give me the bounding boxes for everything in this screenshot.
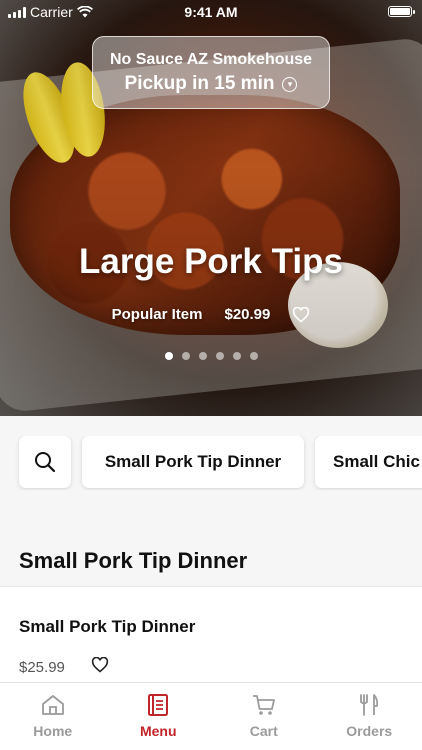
tab-menu[interactable]: Menu: [106, 683, 212, 750]
search-icon: [35, 452, 56, 473]
status-time: 9:41 AM: [184, 4, 238, 20]
tab-cart[interactable]: Cart: [211, 683, 317, 750]
tab-bar: Home Menu Cart Orders: [0, 682, 422, 750]
tab-orders[interactable]: Orders: [317, 683, 422, 750]
hero-banner[interactable]: Carrier 9:41 AM No Sauce AZ Smokehouse P…: [0, 0, 422, 416]
category-bar[interactable]: Small Pork Tip Dinner Small Chic: [0, 436, 422, 490]
menu-item[interactable]: Small Pork Tip Dinner $25.99: [0, 586, 422, 682]
battery-icon: [388, 6, 415, 17]
hero-price: $20.99: [224, 306, 271, 323]
tab-label: Orders: [346, 723, 393, 739]
tab-label: Cart: [249, 723, 278, 739]
pickup-time: Pickup in 15 min: [124, 73, 275, 94]
hero-title: Large Pork Tips: [79, 242, 343, 281]
heart-icon[interactable]: [91, 657, 109, 673]
carousel-dot[interactable]: [164, 352, 173, 360]
tab-label: Home: [33, 723, 73, 739]
carousel-dot[interactable]: [198, 352, 207, 360]
category-chip[interactable]: Small Chic: [315, 436, 422, 488]
carousel-dot[interactable]: [249, 352, 258, 360]
carousel-dot[interactable]: [181, 352, 190, 360]
menu-item-name: Small Pork Tip Dinner: [19, 617, 196, 636]
search-button[interactable]: [19, 436, 71, 488]
restaurant-name: No Sauce AZ Smokehouse: [109, 51, 313, 68]
location-selector[interactable]: No Sauce AZ Smokehouse Pickup in 15 min …: [92, 36, 330, 109]
orders-icon: [360, 694, 379, 716]
home-icon: [41, 695, 64, 715]
carousel-dot[interactable]: [215, 352, 224, 360]
status-bar: Carrier 9:41 AM: [0, 0, 422, 24]
tab-home[interactable]: Home: [0, 683, 106, 750]
cart-icon: [252, 695, 275, 715]
menu-icon: [148, 694, 169, 716]
category-chip[interactable]: Small Pork Tip Dinner: [82, 436, 304, 488]
heart-icon[interactable]: [292, 306, 310, 323]
chevron-down-icon: ▾: [282, 76, 298, 92]
tab-label: Menu: [139, 723, 177, 739]
carousel-dots[interactable]: [0, 352, 422, 360]
popular-tag: Popular Item: [111, 306, 203, 323]
section-title: Small Pork Tip Dinner: [19, 548, 248, 573]
carousel-dot[interactable]: [232, 352, 241, 360]
menu-item-price: $25.99: [19, 659, 65, 676]
